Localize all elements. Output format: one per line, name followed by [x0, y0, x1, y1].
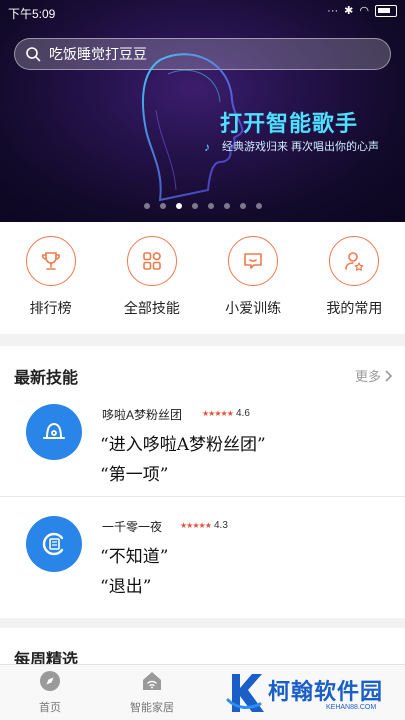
quick-action-training[interactable]: 小爱训练 [208, 236, 298, 334]
watermark: 柯翰软件园 KEHAN88.COM [226, 668, 401, 718]
skill-phrase: “进入哆啦A梦粉丝团” [100, 435, 266, 455]
chat-bubble-icon [244, 253, 262, 269]
skill-item[interactable]: 哆啦A梦粉丝团 ★★★★★ 4.6 “进入哆啦A梦粉丝团” “第一项” [0, 396, 405, 496]
carousel-dot[interactable] [159, 203, 166, 209]
watermark-logo [226, 674, 264, 712]
rating-stars: ★★★★★ [202, 409, 234, 418]
carousel-dot[interactable] [239, 203, 246, 209]
quick-action-label: 小爱训练 [225, 300, 282, 316]
carousel-dot[interactable] [207, 203, 214, 209]
rating-value: 4.3 [214, 520, 228, 531]
nav-home[interactable]: 首页 [10, 669, 90, 715]
latest-skills-section: 最新技能 更多 哆啦A梦粉丝团 ★★★★★ 4.6 “进入哆啦A梦粉丝团” “第… [0, 346, 405, 618]
rating-stars: ★★★★★ [180, 521, 212, 530]
signal-icon: ··· [327, 5, 339, 17]
skill-phrase: “不知道” [100, 547, 169, 567]
wifi-icon: ◠ [359, 5, 369, 17]
nav-smart-home[interactable]: 智能家居 [112, 669, 192, 715]
carousel-indicator [0, 203, 405, 209]
skill-phrase: “退出” [100, 577, 152, 597]
nav-label: 首页 [39, 702, 61, 714]
watermark-text: 柯翰软件园 [268, 679, 384, 704]
status-icons: ··· ✱ ◠ [327, 3, 397, 19]
banner-subtitle: 经典游戏归来 再次唱出你的心声 [222, 141, 380, 153]
promo-banner[interactable]: 下午5:09 ··· ✱ ◠ 吃饭睡觉打豆豆 ♪ 打开智能歌手 经典游戏归来 再… [0, 0, 405, 222]
quick-action-label: 全部技能 [123, 300, 180, 316]
skill-phrase: “第一项” [100, 465, 169, 485]
compass-icon [40, 671, 60, 691]
banner-title: 打开智能歌手 [220, 111, 359, 136]
quick-action-label: 我的常用 [326, 300, 383, 316]
skill-name: 哆啦A梦粉丝团 [102, 408, 183, 422]
watermark-subtext: KEHAN88.COM [326, 704, 377, 711]
trophy-icon [41, 252, 60, 270]
search-icon [26, 47, 41, 62]
carousel-dot[interactable] [143, 203, 150, 209]
quick-actions: 排行榜 全部技能 小爱训练 我的常用 [0, 222, 405, 334]
quick-action-favorites[interactable]: 我的常用 [309, 236, 399, 334]
quick-action-label: 排行榜 [29, 300, 72, 316]
bell-icon [43, 423, 65, 439]
carousel-dot[interactable] [255, 203, 262, 209]
book-icon [42, 532, 64, 556]
skill-name: 一千零一夜 [102, 520, 163, 534]
more-label: 更多 [354, 369, 381, 384]
bluetooth-icon: ✱ [344, 5, 354, 17]
skill-item[interactable]: 一千零一夜 ★★★★★ 4.3 “不知道” “退出” [0, 508, 405, 608]
status-bar: 下午5:09 ··· ✱ ◠ [0, 0, 405, 24]
status-time: 下午5:09 [8, 7, 56, 21]
section-title: 最新技能 [14, 370, 79, 387]
nav-label: 智能家居 [130, 702, 174, 714]
music-note-icon: ♪ [204, 140, 210, 154]
divider [0, 496, 405, 497]
quick-action-ranking[interactable]: 排行榜 [6, 236, 96, 334]
battery-icon [375, 5, 397, 17]
carousel-dot[interactable] [175, 203, 182, 209]
carousel-dot[interactable] [191, 203, 198, 209]
chevron-right-icon [385, 369, 393, 382]
grid-icon [143, 252, 161, 270]
more-link[interactable]: 更多 [355, 366, 393, 385]
carousel-dot[interactable] [223, 203, 230, 209]
user-star-icon [345, 252, 364, 271]
rating-value: 4.6 [236, 408, 250, 419]
quick-action-all-skills[interactable]: 全部技能 [107, 236, 197, 334]
home-wifi-icon [143, 672, 161, 690]
